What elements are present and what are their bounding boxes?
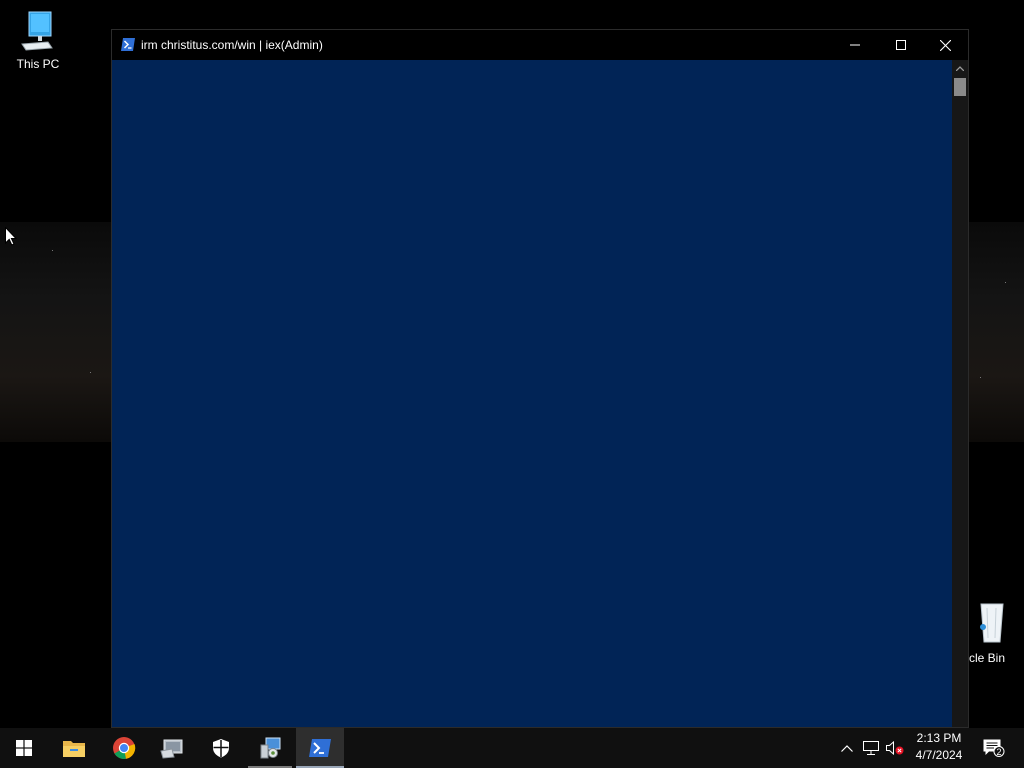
taskbar-powershell[interactable] xyxy=(296,728,344,768)
tool-icon xyxy=(160,739,183,759)
chrome-icon xyxy=(113,737,136,759)
desktop-icon-label: This PC xyxy=(16,57,60,71)
windows-logo-icon xyxy=(16,740,32,756)
chevron-up-icon xyxy=(956,65,964,71)
config-icon xyxy=(260,737,281,759)
powershell-window[interactable]: irm christitus.com/win | iex(Admin) xyxy=(111,29,969,728)
notification-count-badge: 2 xyxy=(996,747,1001,757)
shield-icon xyxy=(213,739,229,758)
taskbar-chrome[interactable] xyxy=(100,728,148,768)
volume-muted-icon xyxy=(886,741,904,755)
console-area[interactable] xyxy=(112,60,952,727)
taskbar-file-explorer[interactable] xyxy=(50,728,98,768)
scroll-up-button[interactable] xyxy=(952,60,968,76)
start-button[interactable] xyxy=(0,728,48,768)
taskbar: 2:13 PM 4/7/2024 2 xyxy=(0,728,1024,768)
minimize-icon xyxy=(850,44,860,46)
clock-time: 2:13 PM xyxy=(916,731,962,745)
scrollbar-thumb[interactable] xyxy=(954,78,966,96)
taskbar-tool[interactable] xyxy=(148,728,196,768)
taskbar-configuration[interactable] xyxy=(246,728,294,768)
mouse-cursor-icon xyxy=(5,227,17,246)
show-hidden-icons-button[interactable] xyxy=(838,728,856,768)
computer-icon xyxy=(21,11,53,51)
taskbar-windows-security[interactable] xyxy=(197,728,245,768)
clock-date: 4/7/2024 xyxy=(915,748,963,762)
maximize-icon xyxy=(896,40,906,50)
chevron-up-icon xyxy=(841,744,853,752)
system-clock[interactable]: 2:13 PM 4/7/2024 xyxy=(908,730,970,766)
powershell-icon xyxy=(121,38,135,51)
close-button[interactable] xyxy=(922,30,968,60)
close-icon xyxy=(939,39,951,51)
network-tray-button[interactable] xyxy=(860,728,882,768)
window-title: irm christitus.com/win | iex(Admin) xyxy=(141,38,323,52)
recycle-bin-icon xyxy=(980,603,1004,643)
vertical-scrollbar[interactable] xyxy=(952,60,968,727)
folder-icon xyxy=(63,741,85,757)
notifications-icon: 2 xyxy=(983,739,1005,757)
volume-tray-button[interactable] xyxy=(884,728,906,768)
desktop-icon-this-pc[interactable]: This PC xyxy=(3,8,73,71)
powershell-icon xyxy=(309,739,331,757)
action-center-button[interactable]: 2 xyxy=(980,728,1008,768)
desktop-icon-label: cle Bin xyxy=(969,651,1006,665)
maximize-button[interactable] xyxy=(878,30,924,60)
network-icon xyxy=(863,741,879,755)
window-titlebar[interactable]: irm christitus.com/win | iex(Admin) xyxy=(112,30,968,60)
minimize-button[interactable] xyxy=(832,30,878,60)
